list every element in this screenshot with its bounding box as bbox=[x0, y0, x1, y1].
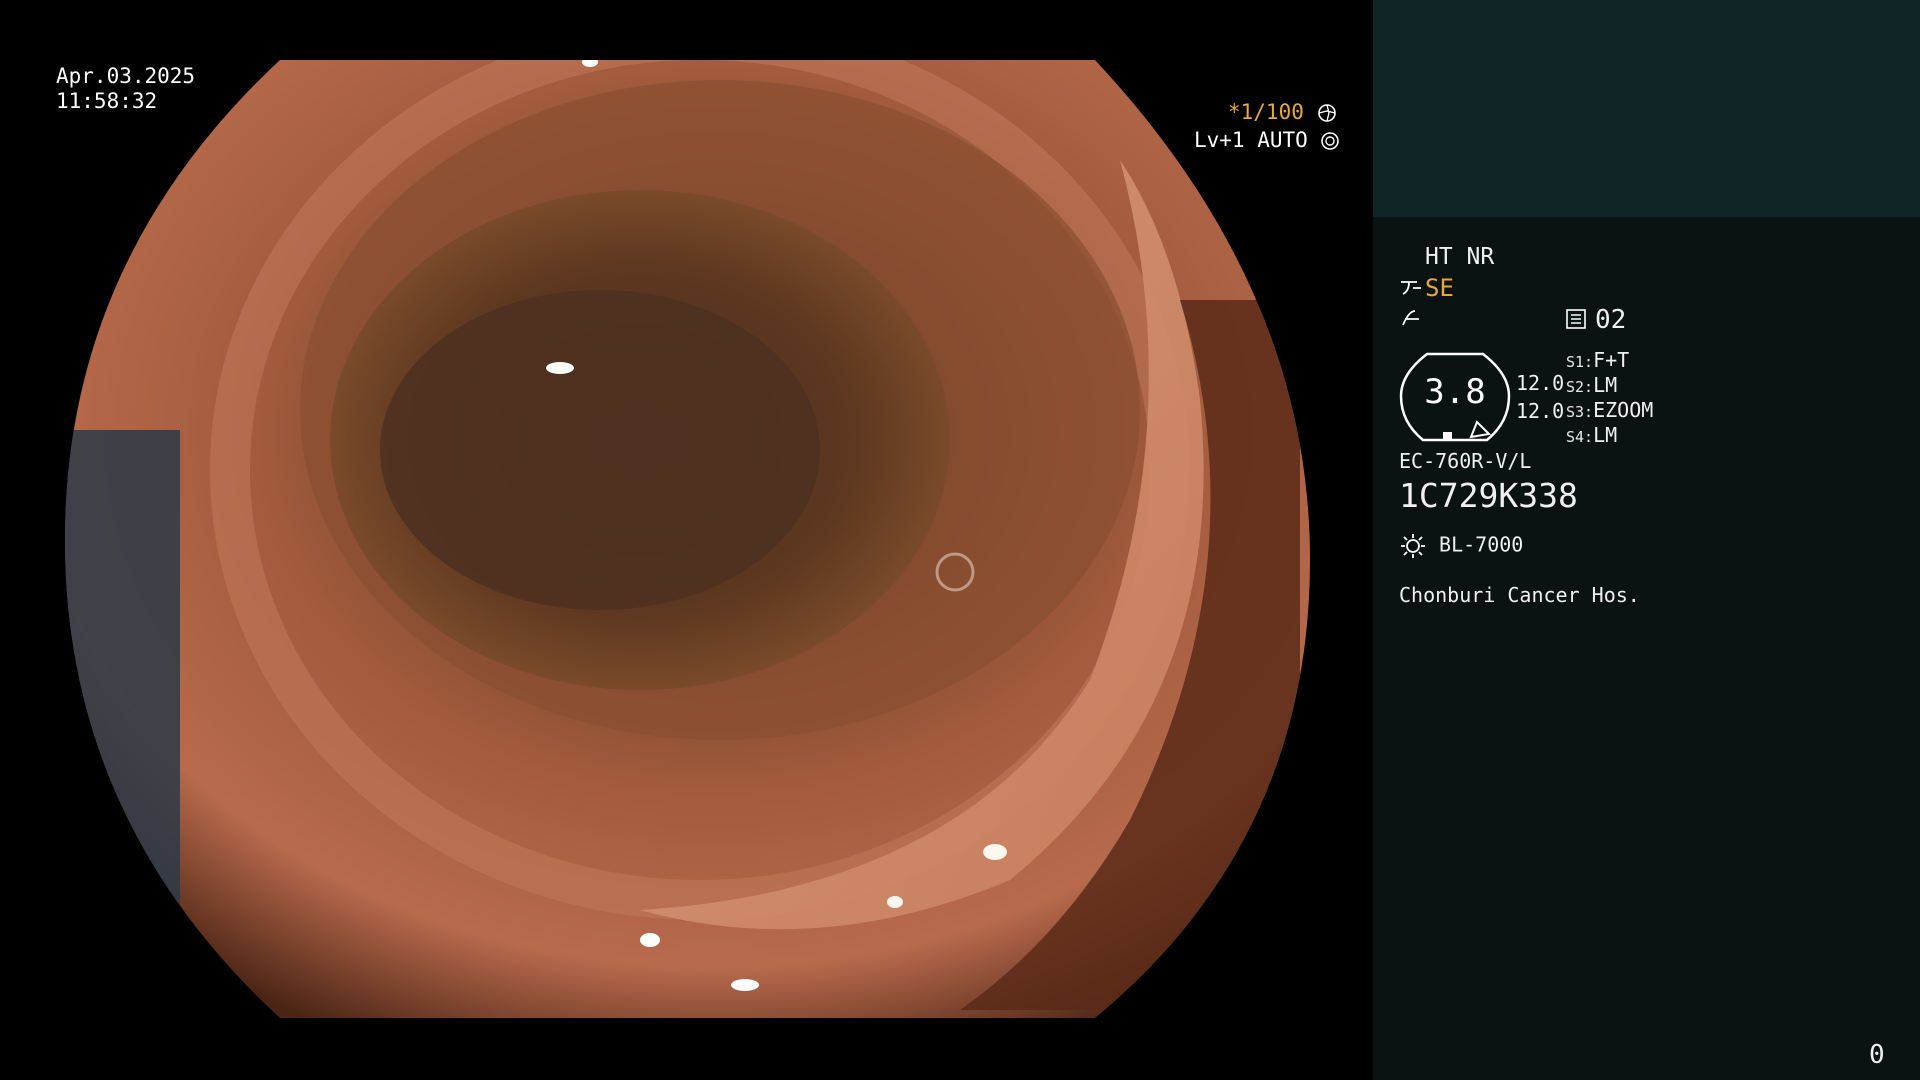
enhancement-mode: SE bbox=[1425, 274, 1454, 302]
endoscope-image bbox=[65, 60, 1310, 1018]
switch-label: S1: bbox=[1566, 353, 1594, 371]
switch-value: LM bbox=[1593, 423, 1618, 447]
zoom-value: 3.8 bbox=[1424, 372, 1486, 412]
zoom-max-bottom: 12.0 bbox=[1516, 399, 1565, 423]
lamp-icon bbox=[1401, 534, 1425, 558]
switch-value: F+T bbox=[1593, 348, 1630, 372]
scope-serial: 1C729K338 bbox=[1399, 476, 1578, 515]
time-readout: 11:58:32 bbox=[56, 89, 158, 113]
page-number: 02 bbox=[1595, 305, 1627, 335]
shutter-readout: *1/100 bbox=[1228, 99, 1337, 125]
switch-value: LM bbox=[1593, 373, 1618, 397]
switch-row-4: S4:LM bbox=[1566, 423, 1617, 447]
light-source-name: BL-7000 bbox=[1439, 532, 1524, 557]
light-source-row: BL-7000 bbox=[1399, 532, 1523, 560]
endoscope-view: Apr.03.2025 11:58:32 *1/100 Lv+1 AUTO bbox=[0, 0, 1373, 1080]
gamma-icon bbox=[1401, 281, 1421, 295]
zoom-indicator: 3.8 bbox=[1399, 352, 1511, 442]
shutter-value: *1/100 bbox=[1228, 100, 1304, 124]
page-icon bbox=[1566, 309, 1586, 329]
iris-icon bbox=[1321, 132, 1340, 150]
switch-value: EZOOM bbox=[1593, 398, 1654, 422]
shutter-icon bbox=[1317, 104, 1336, 122]
frame-counter: 0 bbox=[1869, 1040, 1885, 1070]
switch-label: S2: bbox=[1566, 378, 1594, 396]
structure-icon bbox=[1402, 310, 1419, 326]
iris-readout: Lv+1 AUTO bbox=[1194, 127, 1340, 153]
hospital-name: Chonburi Cancer Hos. bbox=[1399, 583, 1640, 607]
switch-row-2: S2:LM bbox=[1566, 373, 1617, 397]
iris-value: Lv+1 AUTO bbox=[1194, 128, 1308, 152]
switch-row-3: S3:EZOOM bbox=[1566, 398, 1653, 422]
date-readout: Apr.03.2025 bbox=[56, 64, 196, 88]
zoom-max-top: 12.0 bbox=[1516, 371, 1565, 395]
switch-row-1: S1:F+T bbox=[1566, 348, 1629, 372]
switch-label: S3: bbox=[1566, 403, 1594, 421]
info-panel: HT NR SE 02 3.8 12.0 12.0 S1:F+T S2:LM S… bbox=[1373, 0, 1920, 1080]
scope-model: EC-760R-V/L bbox=[1399, 449, 1532, 473]
switch-label: S4: bbox=[1566, 428, 1594, 446]
ht-nr-label: HT NR bbox=[1425, 244, 1495, 270]
panel-header-area bbox=[1373, 0, 1920, 217]
